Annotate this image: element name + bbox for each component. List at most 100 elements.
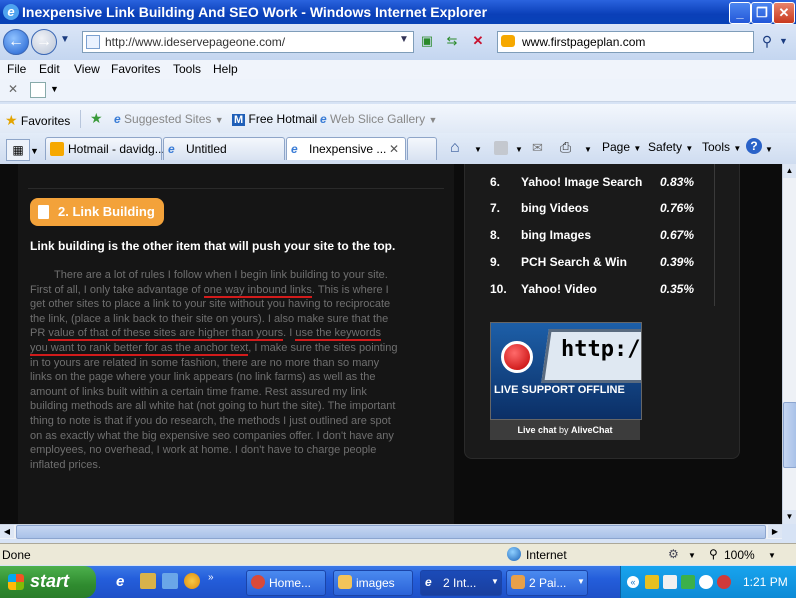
- close-button[interactable]: ✕: [773, 2, 795, 24]
- protected-mode-arrow[interactable]: ▼: [688, 551, 696, 560]
- address-url: http://www.ideservepageone.com/: [105, 35, 286, 49]
- scroll-up-arrow[interactable]: ▲: [783, 164, 796, 178]
- tools-menu[interactable]: Tools ▼: [702, 140, 741, 154]
- taskbar-item-images[interactable]: images: [333, 570, 413, 596]
- live-support-status: LIVE SUPPORT OFFLINE: [494, 384, 625, 396]
- web-slice-gallery-link[interactable]: e Web Slice Gallery ▼: [320, 112, 437, 126]
- rank-name: bing Videos: [521, 201, 589, 215]
- media-player-icon[interactable]: [184, 573, 200, 589]
- rank-name: PCH Search & Win: [521, 255, 627, 269]
- quick-tabs-icon[interactable]: ▦: [6, 139, 30, 161]
- page-menu[interactable]: Page ▼: [602, 140, 641, 154]
- ie-page-icon: e: [168, 142, 175, 156]
- hotmail-tab-icon: [50, 142, 64, 156]
- live-support-banner[interactable]: http://www LIVE SUPPORT OFFLINE: [490, 322, 642, 420]
- menu-file[interactable]: File: [7, 62, 26, 76]
- zoom-level[interactable]: 100%: [724, 548, 755, 562]
- close-toolbar-icon[interactable]: ✕: [8, 82, 18, 96]
- start-button[interactable]: start: [0, 566, 96, 598]
- divider: [714, 164, 715, 306]
- scroll-left-arrow[interactable]: ◀: [0, 525, 14, 538]
- print-dropdown-arrow[interactable]: ▼: [584, 145, 592, 154]
- ie-page-icon: e: [114, 112, 121, 126]
- refresh-icon[interactable]: ⇆: [442, 31, 462, 51]
- horizontal-scroll-thumb[interactable]: [16, 525, 766, 539]
- convert-dropdown-arrow[interactable]: ▼: [50, 84, 59, 94]
- home-icon[interactable]: ⌂: [450, 139, 460, 157]
- underlined-phrase: one way inbound links: [203, 283, 312, 298]
- favorites-button[interactable]: ★ Favorites: [5, 112, 70, 129]
- hotmail-icon: M: [232, 114, 246, 126]
- menu-tools[interactable]: Tools: [173, 62, 201, 76]
- free-hotmail-link[interactable]: M Free Hotmail: [232, 112, 317, 126]
- scroll-down-arrow[interactable]: ▼: [783, 510, 796, 524]
- window-title: Inexpensive Link Building And SEO Work -…: [22, 4, 488, 20]
- back-button[interactable]: ←: [3, 29, 29, 55]
- taskbar-item-internet-explorer[interactable]: e 2 Int... ▼: [420, 570, 502, 596]
- tray-app-icon[interactable]: [663, 575, 677, 589]
- tab-close-icon[interactable]: ✕: [389, 142, 399, 156]
- quicklaunch-app-icon[interactable]: [140, 573, 156, 589]
- security-shield-icon[interactable]: [645, 575, 659, 589]
- tab-list-arrow[interactable]: ▼: [30, 146, 39, 156]
- search-icon[interactable]: ⚲: [757, 31, 777, 51]
- rank-number: 7.: [490, 201, 501, 215]
- rank-number: 6.: [490, 175, 501, 189]
- forward-button[interactable]: →: [31, 29, 57, 55]
- vertical-scroll-thumb[interactable]: [783, 402, 796, 468]
- help-icon[interactable]: ?: [746, 138, 762, 154]
- address-bar[interactable]: http://www.ideservepageone.com/ ▼: [82, 31, 414, 53]
- taskbar-item-home[interactable]: Home...: [246, 570, 326, 596]
- home-dropdown-arrow[interactable]: ▼: [474, 145, 482, 154]
- menu-help[interactable]: Help: [213, 62, 238, 76]
- tab-hotmail[interactable]: Hotmail - davidg...: [45, 137, 165, 160]
- app-icon: [251, 575, 265, 589]
- quicklaunch-app-icon[interactable]: [162, 573, 178, 589]
- tray-expand-icon[interactable]: «: [627, 576, 639, 588]
- title-bar: e Inexpensive Link Building And SEO Work…: [0, 0, 796, 24]
- suggested-sites-link[interactable]: e Suggested Sites ▼: [114, 112, 224, 126]
- zoom-icon[interactable]: ⚲: [709, 547, 718, 561]
- tray-app-icon[interactable]: [717, 575, 731, 589]
- maximize-button[interactable]: ❐: [751, 2, 773, 24]
- live-chat-caption[interactable]: Live chat by AliveChat: [490, 420, 640, 440]
- search-box[interactable]: www.firstpageplan.com: [497, 31, 754, 53]
- tab-untitled[interactable]: e Untitled: [163, 137, 285, 160]
- menu-favorites[interactable]: Favorites: [111, 62, 160, 76]
- menu-view[interactable]: View: [74, 62, 100, 76]
- add-favorites-icon[interactable]: ★: [90, 110, 103, 127]
- search-options-arrow[interactable]: ▼: [779, 36, 788, 46]
- protected-mode-icon[interactable]: ⚙: [668, 547, 679, 561]
- menu-edit[interactable]: Edit: [39, 62, 60, 76]
- safety-menu[interactable]: Safety ▼: [648, 140, 693, 154]
- tray-app-icon[interactable]: [699, 575, 713, 589]
- mail-icon[interactable]: ✉: [532, 140, 543, 156]
- quicklaunch-expand-icon[interactable]: »: [208, 572, 214, 583]
- minimize-button[interactable]: _: [729, 2, 751, 24]
- address-dropdown-arrow[interactable]: ▼: [399, 34, 409, 45]
- favorites-bar: ★ Favorites ★ e Suggested Sites ▼ M Free…: [0, 104, 796, 133]
- convert-pdf-icon[interactable]: [30, 82, 46, 98]
- compatibility-icon[interactable]: ▣: [417, 31, 437, 51]
- rank-name: Yahoo! Video: [521, 282, 597, 296]
- zoom-dropdown-arrow[interactable]: ▼: [768, 551, 776, 560]
- rank-percent: 0.35%: [660, 282, 695, 296]
- stop-icon[interactable]: ✕: [468, 31, 488, 51]
- help-dropdown-arrow[interactable]: ▼: [765, 145, 773, 154]
- print-icon[interactable]: ⎙: [560, 139, 571, 156]
- recent-pages-dropdown[interactable]: ▼: [60, 34, 70, 45]
- section-subheading: Link building is the other item that wil…: [30, 239, 396, 253]
- feeds-icon[interactable]: [494, 141, 508, 155]
- underlined-phrase: value of that of these sites are higher …: [48, 327, 284, 342]
- section-heading: 2. Link Building: [30, 198, 164, 226]
- new-tab-button[interactable]: [407, 137, 437, 160]
- ie-quicklaunch-icon[interactable]: e: [116, 573, 124, 590]
- vertical-scrollbar[interactable]: ▲ ▼: [782, 164, 796, 524]
- taskbar-item-paint[interactable]: 2 Pai... ▼: [506, 570, 588, 596]
- tray-app-icon[interactable]: [681, 575, 695, 589]
- rank-percent: 0.83%: [660, 175, 695, 189]
- tab-inexpensive[interactable]: e Inexpensive ... ✕: [286, 137, 406, 160]
- scroll-right-arrow[interactable]: ▶: [768, 525, 782, 538]
- command-row: ✕ ▼: [0, 79, 796, 102]
- feeds-dropdown-arrow[interactable]: ▼: [515, 145, 523, 154]
